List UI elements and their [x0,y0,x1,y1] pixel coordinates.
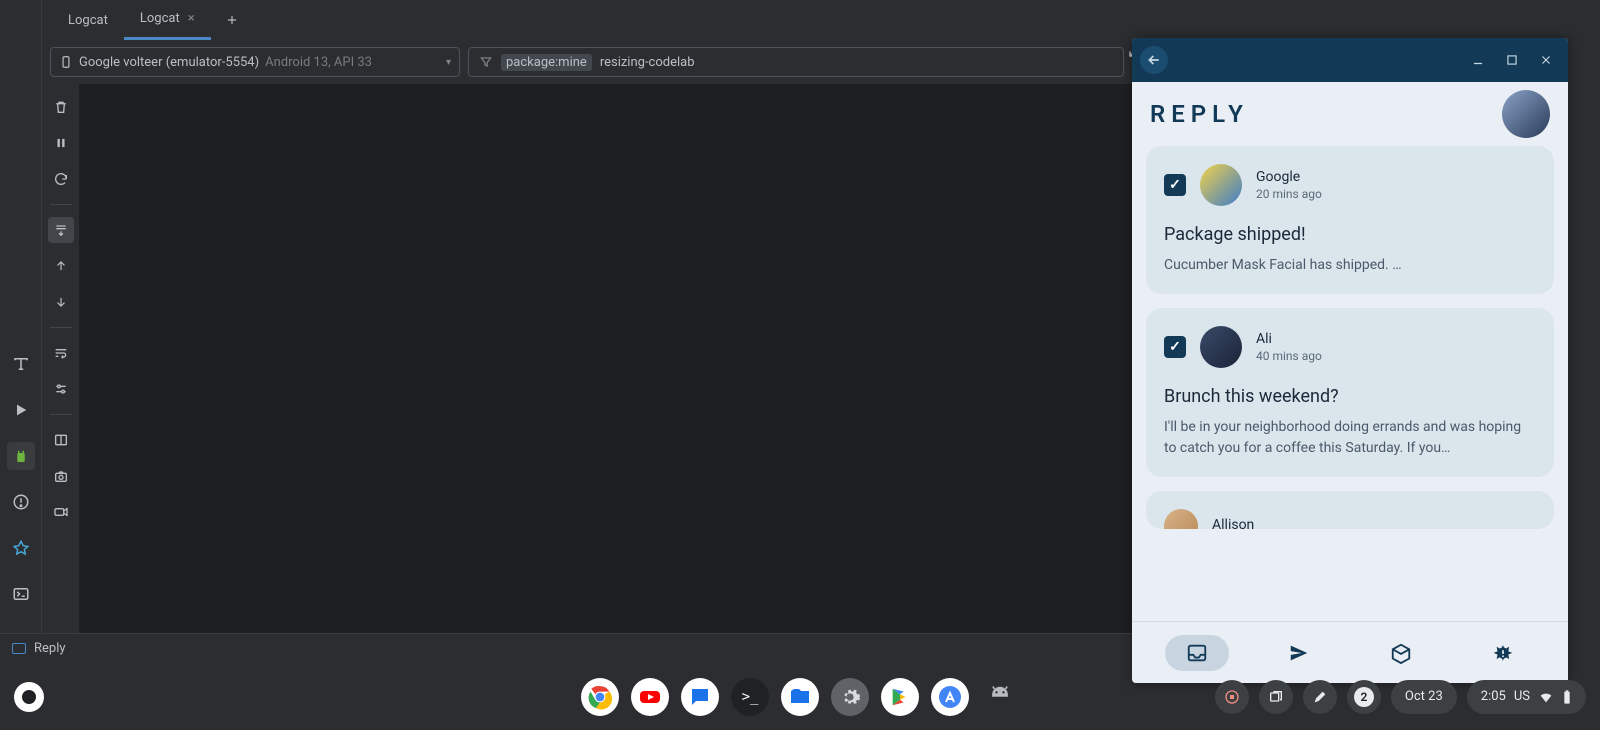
separator [50,204,72,205]
date-text: Oct 23 [1405,689,1443,704]
email-excerpt: Cucumber Mask Facial has shipped. … [1164,255,1536,276]
app-shelf: >_ [581,678,1019,716]
youtube-icon[interactable] [631,678,669,716]
project-icon [12,643,26,654]
logcat-toolbar: Google volteer (emulator-5554) Android 1… [42,40,1132,84]
tab-logcat-2[interactable]: Logcat × [124,0,211,40]
ide-left-rail [0,0,42,663]
stop-record-button[interactable] [1215,680,1249,714]
launcher-button[interactable] [14,682,44,712]
separator [50,327,72,328]
log-output[interactable] [80,84,1132,633]
terminal-icon[interactable]: >_ [731,678,769,716]
checkbox-icon[interactable] [1164,336,1186,358]
clear-button[interactable] [48,94,74,120]
keyboard-layout: US [1514,689,1530,704]
logcat-sidebar-tools [42,84,80,633]
os-taskbar: >_ 2 Oct 23 2:05 US [0,663,1600,730]
logcat-icon[interactable] [7,442,35,470]
avatar[interactable] [1502,90,1550,138]
prev-button[interactable] [48,253,74,279]
email-list[interactable]: Google 20 mins ago Package shipped! Cucu… [1132,146,1568,621]
profiler-icon[interactable] [7,534,35,562]
restart-button[interactable] [48,166,74,192]
filter-chip: package:mine [501,54,592,71]
notif-count: 2 [1354,687,1374,707]
avatar [1200,164,1242,206]
filter-input[interactable]: package:mine resizing-codelab [468,47,1124,77]
soft-wrap-button[interactable] [48,340,74,366]
wifi-icon [1538,689,1554,705]
settings-button[interactable] [48,376,74,402]
sender-name: Google [1256,169,1322,185]
close-icon[interactable]: × [188,11,195,26]
settings-icon[interactable] [831,678,869,716]
close-button[interactable] [1532,46,1560,74]
battery-icon [1562,689,1572,705]
checkbox-icon[interactable] [1164,174,1186,196]
next-button[interactable] [48,289,74,315]
chrome-icon[interactable] [581,678,619,716]
tab-label: Logcat [68,13,108,28]
device-selector[interactable]: Google volteer (emulator-5554) Android 1… [50,47,460,77]
device-icon [59,55,73,69]
screenshot-button[interactable] [48,463,74,489]
app-header: REPLY [1132,82,1568,146]
messages-icon[interactable] [681,678,719,716]
run-icon[interactable] [7,396,35,424]
sender-name: Ali [1256,331,1322,347]
time-text: 2:05 [1481,689,1506,704]
status-pill[interactable]: 2:05 US [1467,680,1586,714]
android-studio-icon[interactable] [931,678,969,716]
logcat-tabs: Logcat Logcat × [42,0,1600,40]
maximize-button[interactable] [1498,46,1526,74]
project-name[interactable]: Reply [34,641,66,656]
minimize-button[interactable] [1464,46,1492,74]
logcat-body [42,84,1132,633]
split-button[interactable] [48,427,74,453]
email-subject: Brunch this weekend? [1164,386,1536,407]
tray-pen-icon[interactable] [1303,680,1337,714]
email-card[interactable]: Allison [1146,491,1554,529]
filter-text: resizing-codelab [600,55,695,70]
add-tab-button[interactable] [217,5,247,35]
terminal-icon[interactable] [7,580,35,608]
avatar [1164,509,1198,529]
emulator-titlebar [1132,38,1568,82]
device-name: Google volteer (emulator-5554) [79,55,259,70]
filter-icon [479,55,493,69]
date-pill[interactable]: Oct 23 [1391,680,1457,714]
separator [50,414,72,415]
pause-button[interactable] [48,130,74,156]
record-button[interactable] [48,499,74,525]
email-time: 20 mins ago [1256,187,1322,201]
ide-statusbar: Reply [0,633,1132,663]
tray-overview-icon[interactable] [1259,680,1293,714]
android-icon[interactable] [981,678,1019,716]
scroll-end-button[interactable] [48,217,74,243]
email-excerpt: I'll be in your neighborhood doing erran… [1164,417,1536,459]
tab-label: Logcat [140,11,180,26]
tab-logcat-1[interactable]: Logcat [52,0,124,40]
device-target: Android 13, API 33 [265,55,372,70]
problems-icon[interactable] [7,488,35,516]
emulator-panel: REPLY Google 20 mins ago Package shipped… [1132,38,1568,683]
play-store-icon[interactable] [881,678,919,716]
text-tool-icon[interactable] [7,350,35,378]
sender-name: Allison [1212,517,1254,529]
app-title: REPLY [1150,100,1249,128]
email-time: 40 mins ago [1256,349,1322,363]
avatar [1200,326,1242,368]
email-card[interactable]: Google 20 mins ago Package shipped! Cucu… [1146,146,1554,294]
files-icon[interactable] [781,678,819,716]
email-subject: Package shipped! [1164,224,1536,245]
email-card[interactable]: Ali 40 mins ago Brunch this weekend? I'l… [1146,308,1554,477]
system-tray: 2 Oct 23 2:05 US [1215,680,1600,714]
back-button[interactable] [1140,46,1168,74]
notifications-button[interactable]: 2 [1347,680,1381,714]
